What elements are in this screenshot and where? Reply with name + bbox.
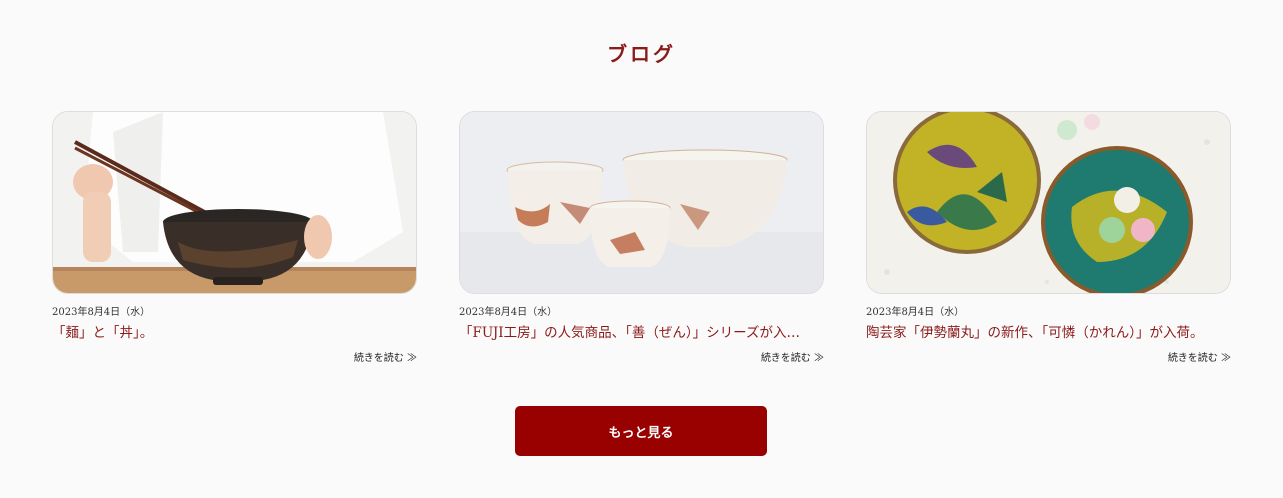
blog-card: 2023年8月4日（水） 陶芸家「伊勢蘭丸」の新作、「可憐（かれん）」が入荷。 … bbox=[866, 111, 1231, 364]
ramen-bowl-image bbox=[53, 112, 416, 293]
ceramic-cups-image bbox=[460, 112, 823, 293]
post-date: 2023年8月4日（水） bbox=[459, 307, 558, 318]
read-more-link[interactable]: 続きを読む ≫ bbox=[761, 349, 824, 364]
post-thumbnail[interactable] bbox=[459, 111, 824, 294]
post-date: 2023年8月4日（水） bbox=[52, 307, 151, 318]
post-thumbnail[interactable] bbox=[866, 111, 1231, 294]
read-more-link[interactable]: 続きを読む ≫ bbox=[354, 349, 417, 364]
more-button[interactable]: もっと見る bbox=[515, 406, 767, 456]
kutani-plates-image bbox=[867, 112, 1230, 293]
read-more-link[interactable]: 続きを読む ≫ bbox=[1168, 349, 1231, 364]
post-title-link[interactable]: 陶芸家「伊勢蘭丸」の新作、「可憐（かれん）」が入荷。 bbox=[866, 321, 1231, 341]
post-thumbnail[interactable] bbox=[52, 111, 417, 294]
post-title-link[interactable]: 「FUJI工房」の人気商品、「善（ぜん）」シリーズが入… bbox=[459, 321, 824, 341]
post-title-link[interactable]: 「麺」と「丼」。 bbox=[52, 321, 417, 341]
section-title: ブログ bbox=[607, 42, 676, 66]
post-date: 2023年8月4日（水） bbox=[866, 307, 965, 318]
blog-card: 2023年8月4日（水） 「FUJI工房」の人気商品、「善（ぜん）」シリーズが入… bbox=[459, 111, 824, 364]
blog-card: 2023年8月4日（水） 「麺」と「丼」。 続きを読む ≫ bbox=[52, 111, 417, 364]
